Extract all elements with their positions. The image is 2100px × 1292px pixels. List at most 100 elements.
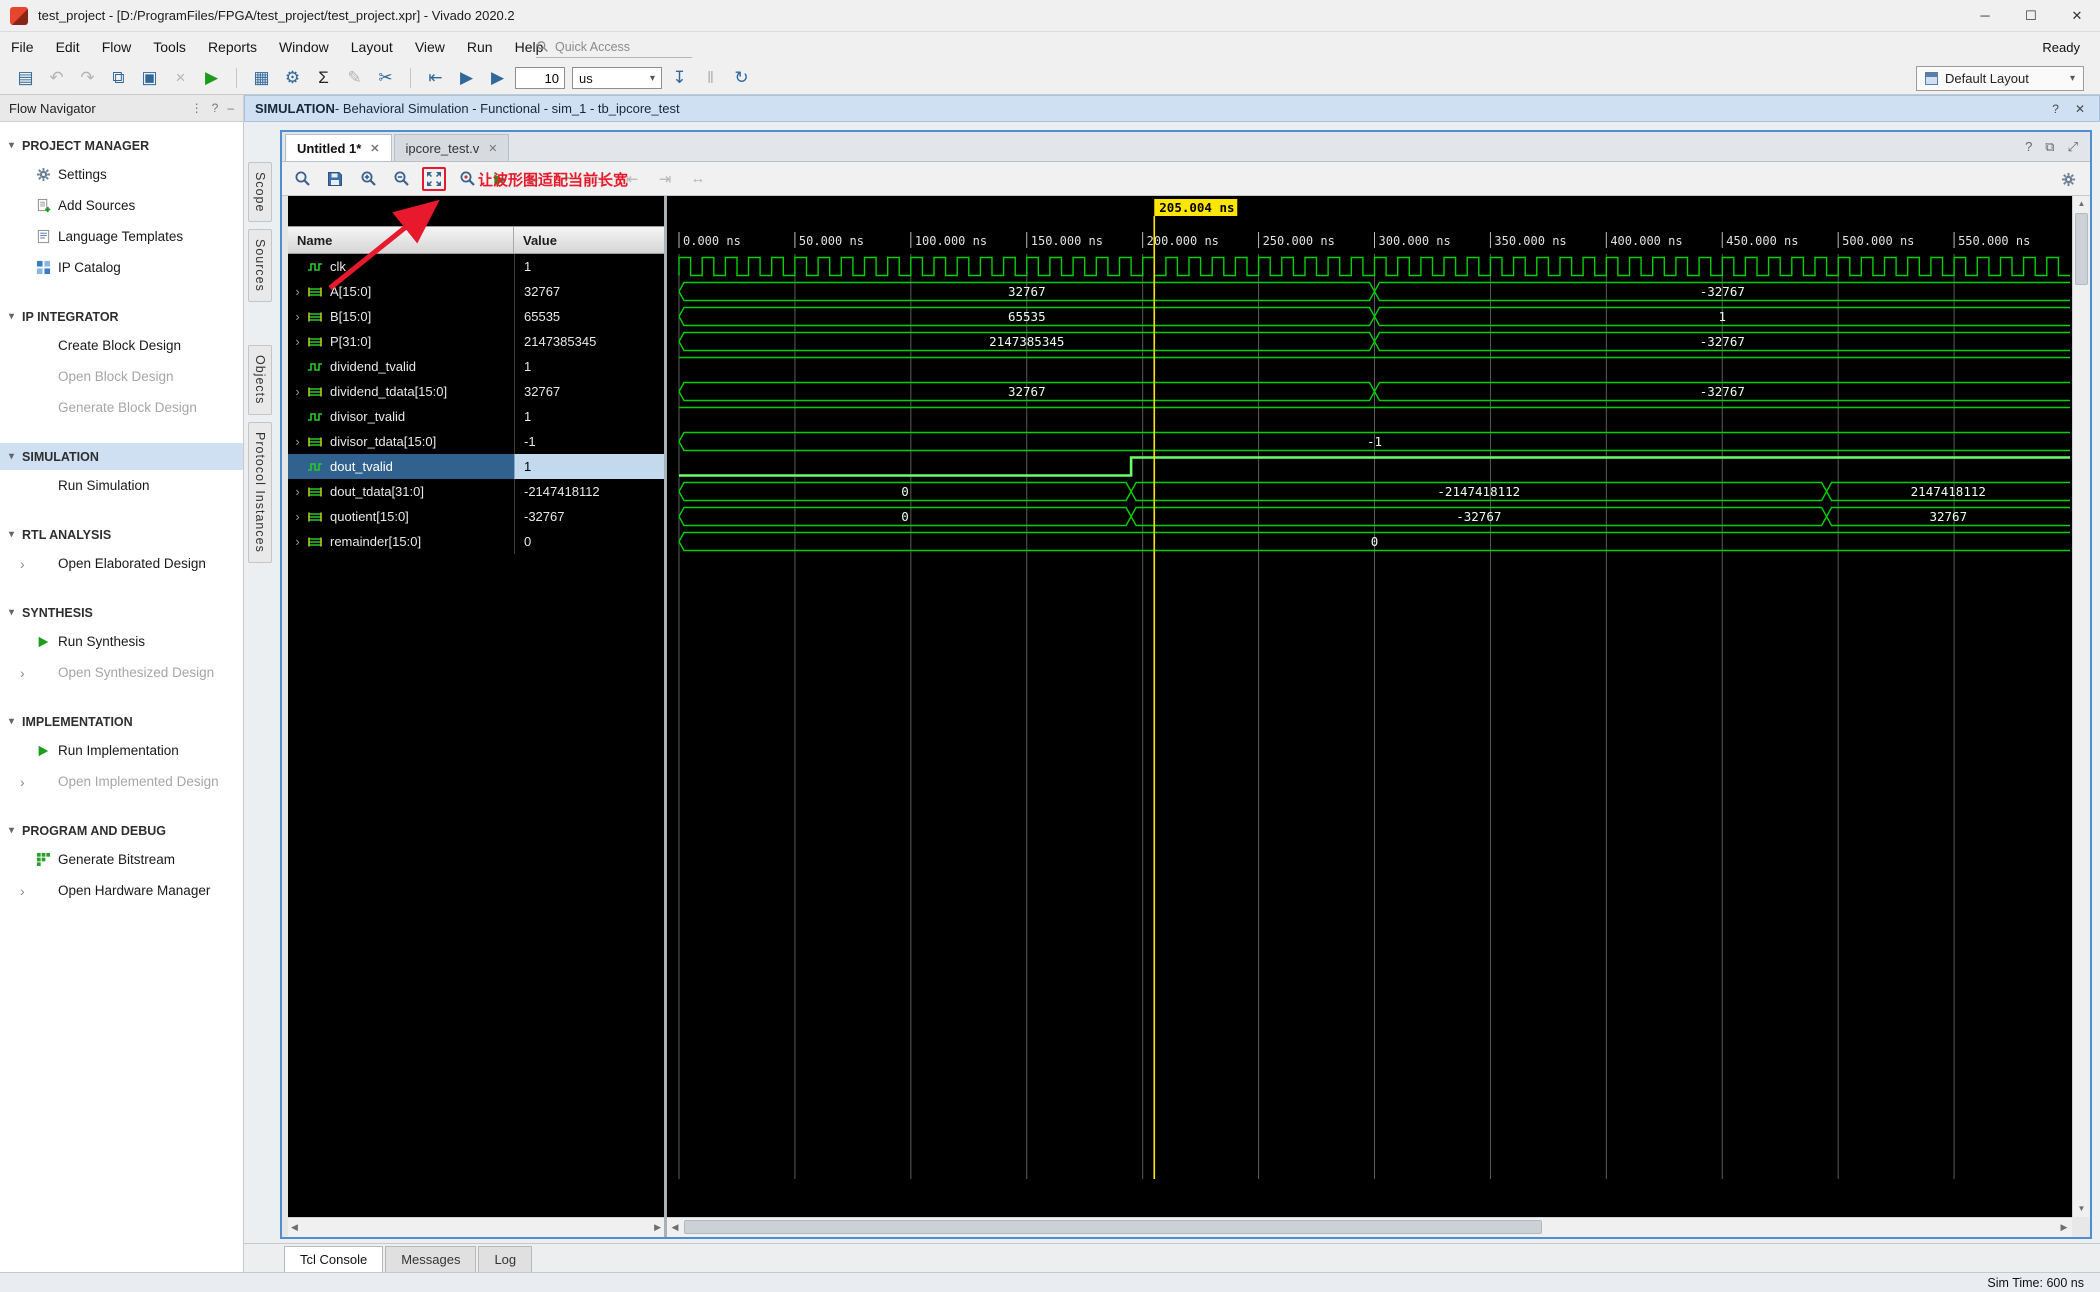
copy-icon[interactable]: ⧉ xyxy=(105,65,132,91)
probe-icon[interactable]: ✂ xyxy=(372,65,399,91)
run-time-input[interactable] xyxy=(515,67,565,89)
side-tab-sources[interactable]: Sources xyxy=(248,229,272,303)
signal-name-cell[interactable]: › dout_tdata[31:0] xyxy=(288,479,514,504)
flownav-item-add-sources[interactable]: Add Sources xyxy=(0,190,243,221)
minimize-button[interactable]: ─ xyxy=(1962,0,2008,31)
menu-layout[interactable]: Layout xyxy=(340,39,404,55)
close-icon[interactable]: ✕ xyxy=(370,142,379,155)
play-from-cursor-icon[interactable]: ▶ xyxy=(488,167,512,191)
close-icon[interactable]: ✕ xyxy=(488,142,497,155)
signal-name-cell[interactable]: clk xyxy=(288,254,514,279)
menu-file[interactable]: File xyxy=(0,39,45,55)
signal-row-dividend-tvalid[interactable]: dividend_tvalid 1 xyxy=(288,354,664,379)
flownav-item-create-block-design[interactable]: Create Block Design xyxy=(0,330,243,361)
step-icon[interactable]: ↧ xyxy=(666,65,693,91)
quick-access-search[interactable]: Quick Access xyxy=(536,36,692,58)
flownav-item-run-synthesis[interactable]: Run Synthesis xyxy=(0,626,243,657)
relaunch-icon[interactable]: ↻ xyxy=(728,65,755,91)
signal-name-cell[interactable]: divisor_tvalid xyxy=(288,404,514,429)
zoom-out-icon[interactable] xyxy=(389,167,413,191)
flownav-section-implementation[interactable]: ▾ IMPLEMENTATION xyxy=(0,708,243,735)
sum-icon[interactable]: Σ xyxy=(310,65,337,91)
signal-name-cell[interactable]: › quotient[15:0] xyxy=(288,504,514,529)
scroll-right-icon[interactable]: ▶ xyxy=(2056,1218,2072,1237)
help-icon[interactable]: ? xyxy=(212,101,219,115)
flownav-item-open-hardware-manager[interactable]: › Open Hardware Manager xyxy=(0,875,243,906)
close-icon[interactable]: ✕ xyxy=(2075,102,2085,116)
menu-reports[interactable]: Reports xyxy=(197,39,268,55)
zoom-in-icon[interactable] xyxy=(356,167,380,191)
menu-view[interactable]: View xyxy=(404,39,456,55)
console-tab-log[interactable]: Log xyxy=(478,1246,533,1272)
report-strategy-icon[interactable]: ▦ xyxy=(248,65,275,91)
scroll-down-icon[interactable]: ▼ xyxy=(2073,1201,2090,1217)
menu-run[interactable]: Run xyxy=(456,39,504,55)
run-all-icon[interactable]: ▶ xyxy=(453,65,480,91)
editor-tab-untitled-1[interactable]: Untitled 1* ✕ xyxy=(285,134,392,161)
maximize-panel-icon[interactable]: ⤢ xyxy=(2068,139,2078,155)
name-column-header[interactable]: Name xyxy=(288,227,514,253)
zoom-to-cursor-icon[interactable] xyxy=(455,167,479,191)
find-icon[interactable] xyxy=(290,167,314,191)
flownav-section-simulation[interactable]: ▾ SIMULATION xyxy=(0,443,243,470)
signal-name-cell[interactable]: › P[31:0] xyxy=(288,329,514,354)
toggle-icon[interactable]: ⋮ xyxy=(191,101,203,115)
help-icon[interactable]: ? xyxy=(2052,102,2059,116)
signal-name-cell[interactable]: › remainder[15:0] xyxy=(288,529,514,554)
signal-name-cell[interactable]: › B[15:0] xyxy=(288,304,514,329)
flownav-item-language-templates[interactable]: Language Templates xyxy=(0,221,243,252)
table-horizontal-scrollbar[interactable]: ◀ ▶ xyxy=(288,1217,664,1237)
scroll-right-icon[interactable]: ▶ xyxy=(654,1222,661,1233)
console-tab-tcl-console[interactable]: Tcl Console xyxy=(284,1246,384,1272)
float-window-icon[interactable]: ⧉ xyxy=(2045,139,2054,155)
flownav-item-open-elaborated-design[interactable]: › Open Elaborated Design xyxy=(0,548,243,579)
signal-row-dividend-tdata-15-0[interactable]: › dividend_tdata[15:0] 32767 xyxy=(288,379,664,404)
layout-selector[interactable]: Default Layout ▾ xyxy=(1916,66,2084,91)
open-file-icon[interactable]: ▤ xyxy=(12,65,39,91)
signal-row-divisor-tvalid[interactable]: divisor_tvalid 1 xyxy=(288,404,664,429)
signal-row-p-31-0[interactable]: › P[31:0] 2147385345 xyxy=(288,329,664,354)
wave-settings-gear-icon[interactable] xyxy=(2056,167,2080,191)
signal-row-a-15-0[interactable]: › A[15:0] 32767 xyxy=(288,279,664,304)
value-column-header[interactable]: Value xyxy=(514,227,664,253)
signal-row-dout-tdata-31-0[interactable]: › dout_tdata[31:0] -2147418112 xyxy=(288,479,664,504)
save-waveform-icon[interactable] xyxy=(323,167,347,191)
run-for-time-icon[interactable]: ▶ xyxy=(484,65,511,91)
signal-name-cell[interactable]: dout_tvalid xyxy=(288,454,514,479)
flownav-item-run-simulation[interactable]: Run Simulation xyxy=(0,470,243,501)
side-tab-protocol-instances[interactable]: Protocol Instances xyxy=(248,421,272,563)
help-icon[interactable]: ? xyxy=(2025,139,2032,155)
canvas-horizontal-scrollbar[interactable]: ◀ ▶ xyxy=(667,1217,2072,1237)
signal-name-cell[interactable]: › dividend_tdata[15:0] xyxy=(288,379,514,404)
signal-row-remainder-15-0[interactable]: › remainder[15:0] 0 xyxy=(288,529,664,554)
zoom-fit-icon[interactable] xyxy=(422,166,446,191)
flownav-section-ip-integrator[interactable]: ▾ IP INTEGRATOR xyxy=(0,303,243,330)
collapse-icon[interactable]: ‒ xyxy=(227,101,234,115)
flownav-item-settings[interactable]: Settings xyxy=(0,159,243,190)
waveform-canvas[interactable]: 0.000 ns 50.000 ns 100.000 ns 150.000 ns 200… xyxy=(667,196,2072,1217)
flownav-item-ip-catalog[interactable]: IP Catalog xyxy=(0,252,243,283)
menu-window[interactable]: Window xyxy=(268,39,340,55)
run-flow-icon[interactable]: ▶ xyxy=(198,65,225,91)
side-tab-objects[interactable]: Objects xyxy=(248,345,272,415)
console-tab-messages[interactable]: Messages xyxy=(385,1246,477,1272)
editor-tab-ipcore-test-v[interactable]: ipcore_test.v ✕ xyxy=(393,134,510,161)
side-tab-scope[interactable]: Scope xyxy=(248,162,272,223)
scroll-left-icon[interactable]: ◀ xyxy=(667,1218,683,1237)
signal-row-divisor-tdata-15-0[interactable]: › divisor_tdata[15:0] -1 xyxy=(288,429,664,454)
flownav-section-project-manager[interactable]: ▾ PROJECT MANAGER xyxy=(0,132,243,159)
vertical-scrollbar[interactable]: ▲ ▼ xyxy=(2072,196,2090,1217)
flownav-section-program-and-debug[interactable]: ▾ PROGRAM AND DEBUG xyxy=(0,817,243,844)
flownav-item-generate-bitstream[interactable]: Generate Bitstream xyxy=(0,844,243,875)
restart-simulation-icon[interactable]: ⇤ xyxy=(422,65,449,91)
flownav-section-synthesis[interactable]: ▾ SYNTHESIS xyxy=(0,599,243,626)
paste-icon[interactable]: ▣ xyxy=(136,65,163,91)
menu-edit[interactable]: Edit xyxy=(45,39,91,55)
scroll-up-icon[interactable]: ▲ xyxy=(2073,196,2090,212)
settings-gear-icon[interactable]: ⚙ xyxy=(279,65,306,91)
signal-name-cell[interactable]: › divisor_tdata[15:0] xyxy=(288,429,514,454)
add-signal-icon[interactable]: + xyxy=(554,167,578,191)
vertical-scrollbar-thumb[interactable] xyxy=(2075,213,2088,285)
signal-name-cell[interactable]: dividend_tvalid xyxy=(288,354,514,379)
menu-flow[interactable]: Flow xyxy=(91,39,143,55)
